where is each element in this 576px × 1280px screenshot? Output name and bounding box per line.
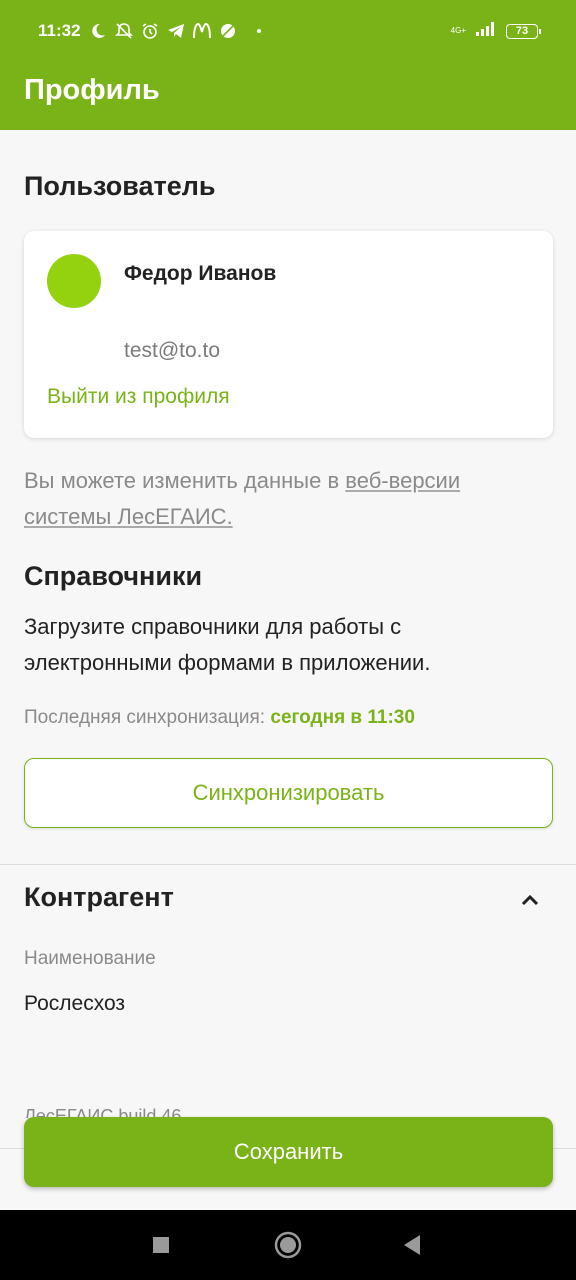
back-button[interactable] [382, 1210, 442, 1280]
last-sync-value: сегодня в 11:30 [270, 707, 415, 728]
notification-dot [256, 29, 261, 33]
battery-icon: 73 [506, 23, 541, 39]
moon-icon [89, 22, 107, 40]
status-right: 4G+ 73 [450, 21, 541, 41]
sync-button[interactable]: Синхронизировать [24, 758, 553, 828]
home-button[interactable] [258, 1210, 318, 1280]
section-divider [0, 864, 576, 865]
references-section-title: Справочники [24, 561, 203, 591]
muted-bell-icon [114, 22, 133, 40]
avatar [47, 254, 101, 308]
status-time: 11:32 [38, 21, 81, 40]
last-sync-label: Последняя синхронизация: [24, 707, 266, 728]
counterparty-name-label: Наименование [24, 948, 156, 969]
save-button[interactable]: Сохранить [24, 1117, 553, 1187]
references-description: Загрузите справочники для работы с элект… [24, 614, 431, 675]
telegram-icon [167, 22, 185, 40]
mcdonalds-icon [192, 22, 211, 40]
user-card: Федор Иванов test@to.to Выйти из профиля [24, 231, 553, 438]
chevron-up-icon[interactable] [518, 888, 542, 912]
alarm-icon [141, 22, 159, 40]
edit-data-hint: Вы можете изменить данные в веб-версии с… [24, 463, 544, 535]
system-nav-bar [0, 1210, 576, 1280]
last-sync-info: Последняя синхронизация: сегодня в 11:30 [24, 707, 415, 729]
user-name: Федор Иванов [124, 262, 277, 285]
network-indicator: 4G+ [450, 26, 466, 35]
user-email: test@to.to [124, 339, 221, 362]
counterparty-section-title: Контрагент [24, 882, 174, 912]
page-title: Профиль [24, 74, 160, 106]
app-bar: Профиль [0, 62, 576, 130]
ball-icon [219, 22, 237, 40]
status-icons [89, 22, 261, 40]
signal-icon [476, 21, 496, 41]
hint-text: Вы можете изменить данные в [24, 468, 346, 493]
counterparty-name-value: Рослесхоз [24, 992, 126, 1015]
build-label: ЛесЕГАИС build 46 [24, 1106, 182, 1118]
logout-link[interactable]: Выйти из профиля [47, 385, 230, 409]
recent-apps-button[interactable] [131, 1210, 191, 1280]
status-bar: 11:32 4G+ 73 [0, 0, 576, 62]
user-section-title: Пользователь [24, 171, 216, 201]
